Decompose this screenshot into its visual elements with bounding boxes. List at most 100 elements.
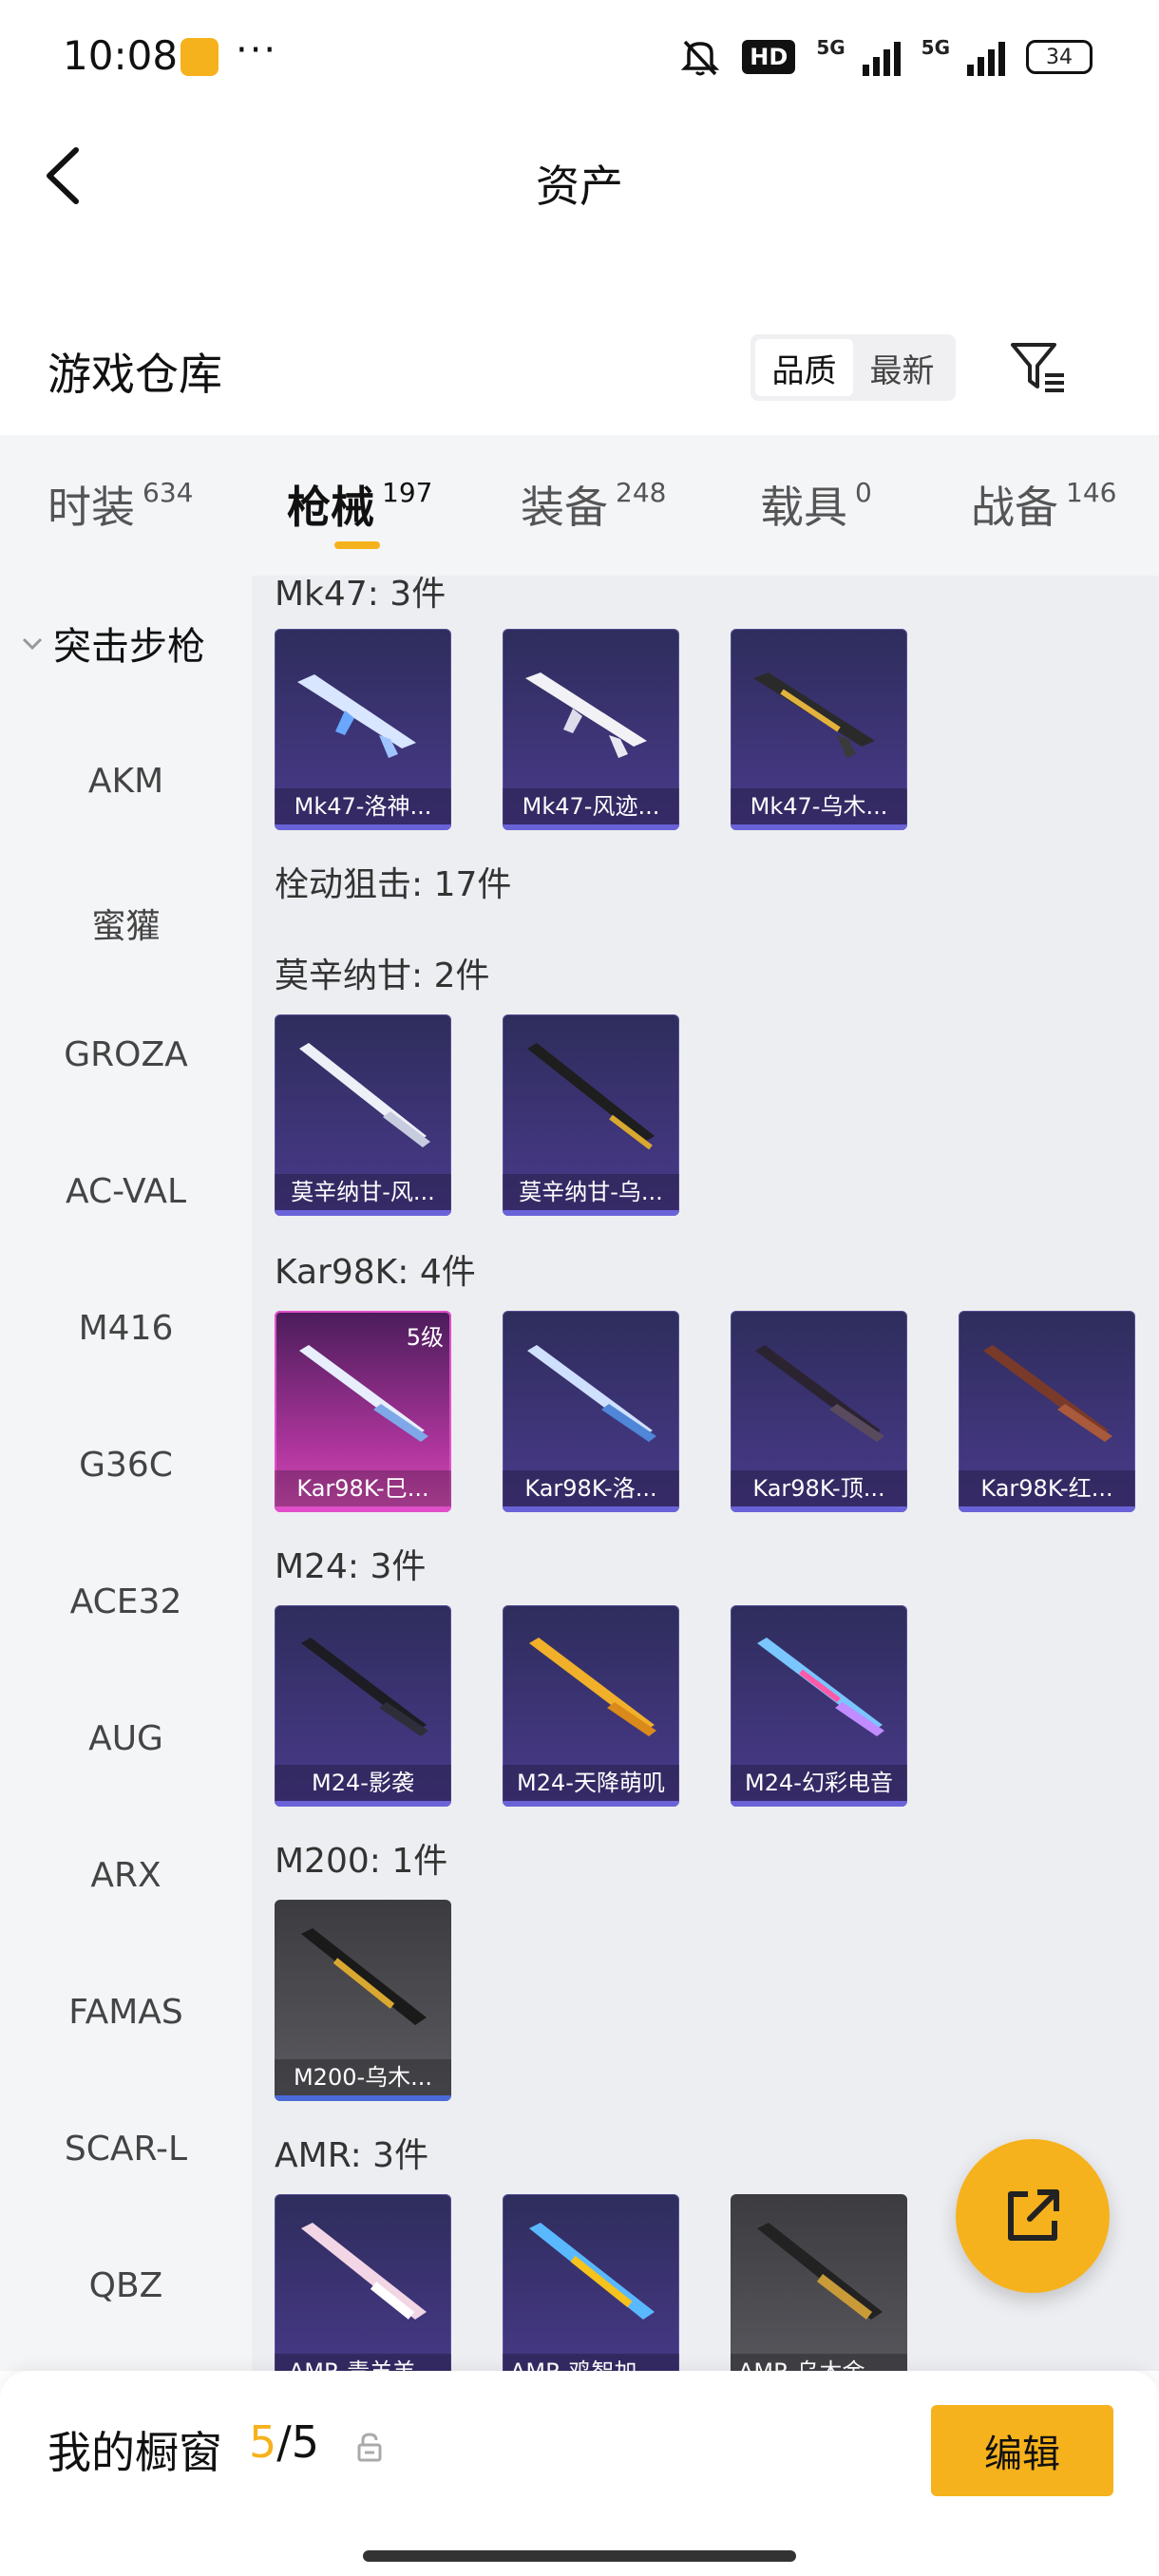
weapon-card[interactable]: M24-天降萌叽 xyxy=(503,1605,679,1807)
home-indicator[interactable] xyxy=(363,2550,796,2562)
showcase-total: 5 xyxy=(291,2416,320,2468)
weapon-sidebar: 突击步枪 AKM 蜜獾 GROZA AC-VAL M416 G36C ACE32… xyxy=(0,576,252,2371)
sidebar-item-ace32[interactable]: ACE32 xyxy=(0,1582,252,1621)
sidebar-item-scar-l[interactable]: SCAR-L xyxy=(0,2130,252,2169)
sidebar-item-ac-val[interactable]: AC-VAL xyxy=(0,1172,252,1211)
sidebar-group-label: 突击步枪 xyxy=(53,625,205,669)
sidebar-item-akm[interactable]: AKM xyxy=(0,762,252,801)
tab-label: 装备 xyxy=(521,482,608,533)
group-title-mk47: Mk47: 3件 xyxy=(275,576,446,614)
weapon-card[interactable]: Kar98K-红... xyxy=(959,1311,1135,1512)
app-notification-icon xyxy=(180,38,218,76)
sniper-rifle-icon xyxy=(301,1928,427,2025)
sniper-rifle-icon xyxy=(527,1043,655,1150)
tab-label: 战备 xyxy=(971,482,1058,533)
weapon-card[interactable]: Mk47-风迹... xyxy=(503,629,679,830)
chevron-down-icon xyxy=(22,637,43,651)
weapon-card[interactable]: Mk47-洛神... xyxy=(275,629,451,830)
filter-icon[interactable] xyxy=(1007,337,1068,398)
weapon-card[interactable]: Kar98K-顶... xyxy=(731,1311,907,1512)
tab-vehicles[interactable]: 载具 0 xyxy=(760,473,872,536)
group-title-amr: AMR: 3件 xyxy=(275,2136,429,2175)
tab-label: 载具 xyxy=(760,482,847,533)
sniper-rifle-icon xyxy=(301,2223,427,2320)
weapon-card[interactable]: AMR-鸡智加我... xyxy=(503,2194,679,2371)
weapon-card-label: M24-幻彩电音 xyxy=(731,1765,907,1801)
weapon-card[interactable]: AMR-乌木金纹... xyxy=(731,2194,907,2371)
weapon-card-label: Kar98K-红... xyxy=(959,1470,1135,1506)
rarity-bar xyxy=(275,824,451,830)
tab-outfits[interactable]: 时装 634 xyxy=(48,473,193,536)
rarity-bar xyxy=(503,1506,679,1512)
weapon-card-label: M24-影袭 xyxy=(275,1765,451,1801)
status-icons: HD 5G 5G 34 xyxy=(679,36,1092,78)
tab-firearms[interactable]: 枪械 197 xyxy=(287,473,432,536)
group-title-kar98k: Kar98K: 4件 xyxy=(275,1253,476,1292)
more-notifications-icon: ··· xyxy=(236,28,278,72)
rarity-bar xyxy=(959,1506,1135,1512)
hd-icon: HD xyxy=(742,40,796,74)
category-tabs: 时装 634 枪械 197 装备 248 载具 0 战备 146 xyxy=(0,435,1159,576)
sidebar-item-g36c[interactable]: G36C xyxy=(0,1446,252,1485)
lock-icon xyxy=(357,2433,382,2462)
weapon-card-label: M24-天降萌叽 xyxy=(503,1765,679,1801)
weapon-card[interactable]: 莫辛纳甘-风... xyxy=(275,1014,451,1216)
nav-bar: 资产 xyxy=(0,114,1159,237)
weapon-card-label: M200-乌木... xyxy=(275,2059,451,2095)
rifle-icon xyxy=(525,672,647,758)
signal-icon-1 xyxy=(862,38,901,76)
showcase-bar: 我的橱窗 5/5 编辑 xyxy=(0,2371,1159,2576)
group-title-mosin: 莫辛纳甘: 2件 xyxy=(275,957,490,995)
sniper-rifle-icon xyxy=(299,1345,428,1442)
sort-toggle: 品质 最新 xyxy=(750,334,956,401)
sidebar-item-aug[interactable]: AUG xyxy=(0,1719,252,1758)
weapon-card-label: Mk47-风迹... xyxy=(503,788,679,824)
sort-quality-option[interactable]: 品质 xyxy=(755,339,853,396)
tab-count: 197 xyxy=(382,477,433,508)
sidebar-item-famas[interactable]: FAMAS xyxy=(0,1993,252,2032)
share-button[interactable] xyxy=(956,2139,1110,2293)
rarity-bar xyxy=(275,2095,451,2101)
group-title-bolt-action: 栓动狙击: 17件 xyxy=(275,865,512,904)
sidebar-item-qbz[interactable]: QBZ xyxy=(0,2266,252,2305)
sidebar-item-arx[interactable]: ARX xyxy=(0,1856,252,1895)
weapon-card-label: Kar98K-洛... xyxy=(503,1470,679,1506)
weapon-card[interactable]: M24-幻彩电音 xyxy=(731,1605,907,1807)
status-bar: 10:08 ··· HD 5G 5G 34 xyxy=(0,0,1159,114)
weapon-card[interactable]: Mk47-乌木... xyxy=(731,629,907,830)
rarity-bar xyxy=(275,1210,451,1216)
edit-button[interactable]: 编辑 xyxy=(931,2405,1113,2496)
tab-combat-gear[interactable]: 战备 146 xyxy=(971,473,1116,536)
weapon-card[interactable]: AMR-青羊羔... xyxy=(275,2194,451,2371)
sniper-rifle-icon xyxy=(983,1345,1112,1442)
sniper-rifle-icon xyxy=(299,1043,430,1147)
weapon-card-label: Mk47-洛神... xyxy=(275,788,451,824)
weapon-card[interactable]: M200-乌木... xyxy=(275,1900,451,2101)
sniper-rifle-icon xyxy=(757,1638,884,1736)
weapon-grid: Mk47: 3件 Mk47-洛神... Mk47-风迹... Mk47-乌木..… xyxy=(252,576,1159,2371)
mute-icon xyxy=(679,36,721,78)
rarity-bar xyxy=(731,824,907,830)
weapon-card-label: Kar98K-顶... xyxy=(731,1470,907,1506)
rarity-bar xyxy=(503,824,679,830)
sidebar-item-m416[interactable]: M416 xyxy=(0,1309,252,1348)
weapon-card[interactable]: Kar98K-洛... xyxy=(503,1311,679,1512)
tab-count: 0 xyxy=(855,477,872,508)
weapon-card-label: AMR-鸡智加我... xyxy=(503,2354,679,2371)
weapon-card[interactable]: M24-影袭 xyxy=(275,1605,451,1807)
weapon-card[interactable]: 5级 Kar98K-巳... xyxy=(275,1311,451,1512)
weapon-card-label: AMR-青羊羔... xyxy=(275,2354,451,2371)
sidebar-item-honey-badger[interactable]: 蜜獾 xyxy=(0,899,252,948)
rarity-bar xyxy=(503,1801,679,1807)
sort-newest-option[interactable]: 最新 xyxy=(853,339,951,396)
weapon-card[interactable]: 莫辛纳甘-乌... xyxy=(503,1014,679,1216)
weapon-card-label: AMR-乌木金纹... xyxy=(731,2354,907,2371)
weapon-card-label: Mk47-乌木... xyxy=(731,788,907,824)
tab-equipment[interactable]: 装备 248 xyxy=(521,473,666,536)
sidebar-group-assault-rifles[interactable]: 突击步枪 xyxy=(19,616,205,671)
network-5g-label-2: 5G xyxy=(921,36,950,59)
status-time: 10:08 xyxy=(63,32,179,79)
sidebar-item-groza[interactable]: GROZA xyxy=(0,1035,252,1074)
section-title: 游戏仓库 xyxy=(48,349,222,400)
showcase-current: 5 xyxy=(249,2416,277,2468)
